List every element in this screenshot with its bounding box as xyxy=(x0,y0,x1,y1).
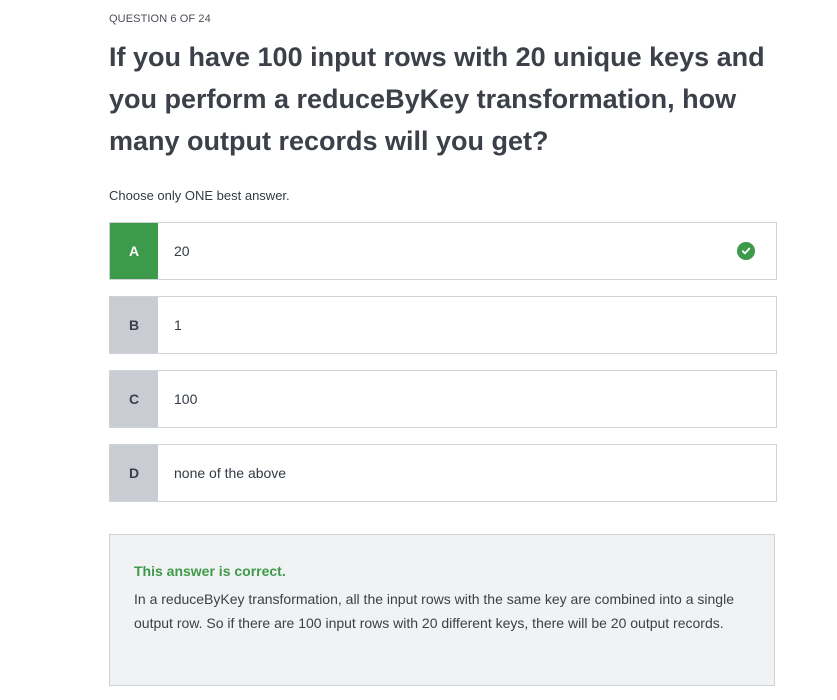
answer-instruction: Choose only ONE best answer. xyxy=(109,188,290,203)
option-d[interactable]: D none of the above xyxy=(109,444,777,502)
answer-verdict: This answer is correct. xyxy=(134,563,286,579)
option-text: 20 xyxy=(174,243,190,259)
option-text: 100 xyxy=(174,391,198,407)
option-letter: A xyxy=(110,223,158,279)
option-text: none of the above xyxy=(174,465,287,481)
answer-explanation-panel: This answer is correct. In a reduceByKey… xyxy=(109,534,775,686)
explanation-text: In a reduceByKey transformation, all the… xyxy=(134,591,734,631)
option-text: 1 xyxy=(174,317,182,333)
question-text: If you have 100 input rows with 20 uniqu… xyxy=(109,42,765,156)
check-circle-icon xyxy=(737,242,755,260)
option-letter: B xyxy=(110,297,158,353)
option-b[interactable]: B 1 xyxy=(109,296,777,354)
question-counter: QUESTION 6 OF 24 xyxy=(109,13,211,25)
quiz-page: QUESTION 6 OF 24 If you have 100 input r… xyxy=(0,0,837,700)
option-letter: C xyxy=(110,371,158,427)
option-c[interactable]: C 100 xyxy=(109,370,777,428)
option-letter: D xyxy=(110,445,158,501)
option-a[interactable]: A 20 xyxy=(109,222,777,280)
